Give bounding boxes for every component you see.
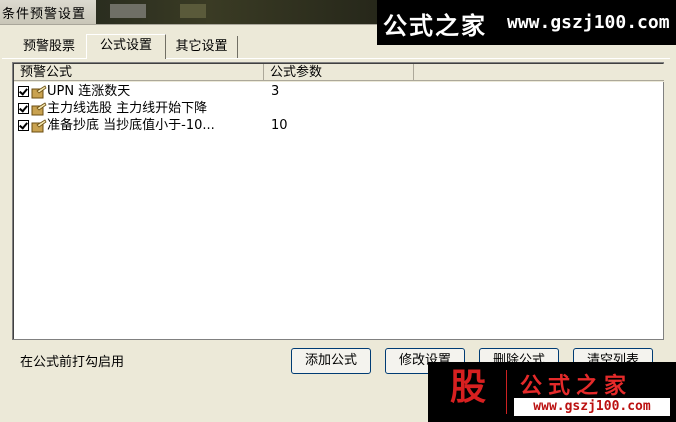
list-item[interactable]: 准备抄底 当抄底值小于-10... 10	[17, 118, 657, 135]
watermark-bottom-text: 公式之家	[520, 374, 633, 399]
hint-text: 在公式前打勾启用	[20, 355, 125, 370]
watermark-logo: 股	[449, 367, 486, 408]
formula-param: 3	[271, 84, 280, 99]
column-header-formula[interactable]: 预警公式	[14, 64, 264, 81]
formula-name: 主力线选股 主力线开始下降	[47, 101, 208, 116]
add-formula-button[interactable]: 添加公式	[291, 348, 371, 374]
watermark-top-url: www.gszj100.com	[507, 12, 670, 33]
tab-warning-stocks[interactable]: 预警股票	[12, 36, 86, 58]
title-bar-block	[110, 4, 146, 18]
formula-list[interactable]: 预警公式 公式参数 UPN 连涨数天 3 主力线选股 主力线开始下降 准备抄底 …	[12, 62, 664, 340]
formula-name: UPN 连涨数天	[47, 84, 131, 99]
enable-checkbox[interactable]	[18, 120, 29, 131]
window-title: 条件预警设置	[2, 7, 87, 22]
formula-icon	[31, 102, 47, 116]
watermark-top: 公式之家 www.gszj100.com	[377, 0, 676, 45]
list-item[interactable]: UPN 连涨数天 3	[17, 84, 657, 101]
enable-checkbox[interactable]	[18, 86, 29, 97]
watermark-bottom-url: www.gszj100.com	[514, 398, 670, 416]
formula-param: 10	[271, 118, 288, 133]
tab-other-settings[interactable]: 其它设置	[166, 36, 238, 58]
title-bar-background-strip	[96, 0, 380, 24]
tab-formula-settings[interactable]: 公式设置	[86, 34, 166, 59]
title-bar-block	[180, 4, 206, 18]
formula-icon	[31, 85, 47, 99]
watermark-divider	[506, 370, 507, 414]
watermark-top-text: 公式之家	[383, 12, 487, 40]
formula-icon	[31, 119, 47, 133]
column-header-empty[interactable]	[414, 64, 664, 81]
formula-name: 准备抄底 当抄底值小于-10...	[47, 118, 215, 133]
column-header-params[interactable]: 公式参数	[264, 64, 414, 81]
list-item[interactable]: 主力线选股 主力线开始下降	[17, 101, 657, 118]
watermark-bottom: 股 公式之家 www.gszj100.com	[428, 362, 676, 422]
list-header: 预警公式 公式参数	[14, 64, 664, 82]
enable-checkbox[interactable]	[18, 103, 29, 114]
